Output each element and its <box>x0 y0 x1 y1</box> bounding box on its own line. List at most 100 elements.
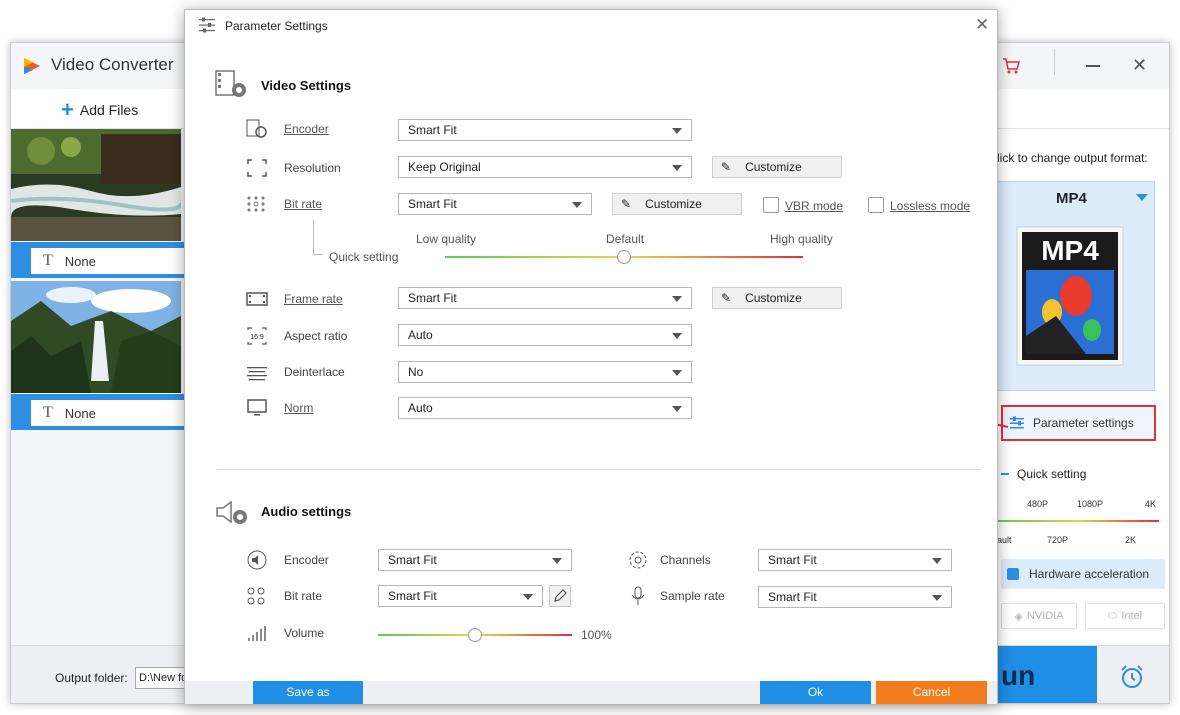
dialog-footer: Save as Ok Cancel <box>185 681 997 704</box>
chevron-down-icon <box>523 594 533 600</box>
deinterlace-select[interactable]: No <box>398 361 692 383</box>
frame-rate-customize-button[interactable]: ✎ Customize <box>712 287 842 309</box>
mp4-format-icon: MP4 <box>1016 226 1124 366</box>
pencil-icon: ✎ <box>721 160 732 174</box>
run-button[interactable]: un <box>997 646 1097 703</box>
audio-encoder-label: Encoder <box>284 553 329 567</box>
titlebar-divider <box>1054 49 1055 75</box>
resolution-select[interactable]: Keep Original <box>398 156 692 178</box>
alarm-clock-icon[interactable] <box>1119 664 1145 690</box>
video-settings-icon <box>215 70 246 97</box>
sliders-icon <box>199 17 215 33</box>
lossless-mode-label[interactable]: Lossless mode <box>890 199 970 213</box>
chevron-down-icon <box>932 558 942 564</box>
bitrate-icon <box>247 196 265 212</box>
text-icon: T <box>43 404 53 421</box>
save-as-button[interactable]: Save as <box>253 681 363 704</box>
gpu-intel-option[interactable]: ⬭ Intel <box>1085 603 1165 629</box>
audio-bitrate-edit-button[interactable] <box>549 585 571 607</box>
video-encoder-select[interactable]: Smart Fit <box>398 119 692 141</box>
gpu-intel-label: Intel <box>1121 610 1143 622</box>
video-bitrate-label[interactable]: Bit rate <box>284 197 322 211</box>
parameter-settings-button[interactable]: Parameter settings <box>1001 405 1156 441</box>
chevron-down-icon <box>672 333 682 339</box>
volume-label: Volume <box>284 626 325 640</box>
resolution-label: Resolution <box>284 161 341 175</box>
microphone-icon <box>631 586 645 605</box>
app-title: Video Converter <box>51 55 174 74</box>
chevron-down-icon[interactable] <box>1136 194 1148 201</box>
chevron-down-icon <box>672 128 682 134</box>
select-value: Smart Fit <box>408 291 457 305</box>
quick-tick: 4K <box>1145 499 1157 509</box>
add-files-label: Add Files <box>79 102 139 118</box>
section-divider <box>217 469 981 470</box>
pencil-icon: ✎ <box>621 197 632 211</box>
audio-bitrate-select[interactable]: Smart Fit <box>378 585 543 607</box>
cart-icon[interactable] <box>1001 56 1021 76</box>
chevron-down-icon <box>572 202 582 208</box>
cancel-button[interactable]: Cancel <box>876 681 987 704</box>
subtitle-select[interactable]: T None <box>31 400 186 426</box>
format-name: MP4 <box>1056 190 1087 207</box>
volume-slider-handle[interactable] <box>468 628 482 642</box>
select-value: Smart Fit <box>768 553 817 567</box>
frame-rate-label[interactable]: Frame rate <box>284 292 343 306</box>
lossless-mode-checkbox[interactable] <box>868 197 884 213</box>
bitrate-customize-button[interactable]: ✎ Customize <box>612 193 742 215</box>
parameter-settings-dialog: Parameter Settings ✕ Video Settings Enco… <box>184 9 998 704</box>
select-value: Smart Fit <box>408 123 457 137</box>
channels-label: Channels <box>660 553 711 567</box>
format-hint: lick to change output format: <box>997 151 1148 165</box>
close-window-icon[interactable]: ✕ <box>1132 55 1147 76</box>
gpu-nvidia-option[interactable]: ◈ NVIDIA <box>1001 603 1077 629</box>
norm-select[interactable]: Auto <box>398 397 692 419</box>
chevron-down-icon <box>932 595 942 601</box>
norm-label[interactable]: Norm <box>284 401 313 415</box>
select-value: Keep Original <box>408 160 481 174</box>
subtitle-select[interactable]: T None <box>31 248 186 274</box>
video-settings-heading: Video Settings <box>261 78 352 93</box>
aspect-ratio-icon: 16:9 <box>247 327 267 345</box>
quick-tick: 720P <box>1047 535 1069 545</box>
minimize-icon[interactable] <box>1086 65 1100 67</box>
select-value: Auto <box>408 328 433 342</box>
video-thumbnail-river[interactable] <box>11 129 181 241</box>
hardware-acceleration-label: Hardware acceleration <box>1029 567 1150 581</box>
customize-label: Customize <box>745 160 802 174</box>
text-icon: T <box>43 252 53 269</box>
deinterlace-icon <box>247 367 267 381</box>
output-format-card[interactable]: MP4 MP4 <box>997 181 1155 391</box>
tree-connector <box>313 220 314 254</box>
ok-button[interactable]: Ok <box>760 681 871 704</box>
volume-value: 100% <box>581 628 612 642</box>
video-bitrate-select[interactable]: Smart Fit <box>398 193 592 215</box>
aspect-ratio-select[interactable]: Auto <box>398 324 692 346</box>
video-encoder-label[interactable]: Encoder <box>284 122 329 136</box>
gpu-nvidia-label: NVIDIA <box>1026 610 1064 622</box>
frame-rate-icon <box>246 292 268 306</box>
subtitle-bar: T None <box>11 242 186 278</box>
sample-rate-select[interactable]: Smart Fit <box>758 586 952 608</box>
chevron-down-icon <box>672 370 682 376</box>
quick-setting-slider[interactable] <box>997 520 1159 522</box>
nvidia-logo-icon: ◈ <box>1014 610 1023 623</box>
format-icon-label: MP4 <box>1041 235 1099 266</box>
close-icon[interactable]: ✕ <box>975 15 989 35</box>
frame-rate-select[interactable]: Smart Fit <box>398 287 692 309</box>
audio-encoder-select[interactable]: Smart Fit <box>378 549 572 571</box>
audio-bitrate-label: Bit rate <box>284 589 323 603</box>
channels-select[interactable]: Smart Fit <box>758 549 952 571</box>
chevron-down-icon <box>672 296 682 302</box>
video-thumbnail-waterfall[interactable] <box>11 281 181 393</box>
quick-setting-text: Quick setting <box>1017 467 1087 481</box>
add-files-button[interactable]: + Add Files <box>61 99 138 121</box>
vbr-mode-checkbox[interactable] <box>763 197 779 213</box>
resolution-customize-button[interactable]: ✎ Customize <box>712 156 842 178</box>
vbr-mode-label[interactable]: VBR mode <box>785 199 843 213</box>
pencil-icon <box>554 589 567 602</box>
hardware-acceleration-button[interactable]: Hardware acceleration <box>1001 559 1165 589</box>
quick-tick: 480P <box>1027 499 1049 509</box>
quality-slider-handle[interactable] <box>617 250 631 264</box>
select-value: Smart Fit <box>388 553 437 567</box>
